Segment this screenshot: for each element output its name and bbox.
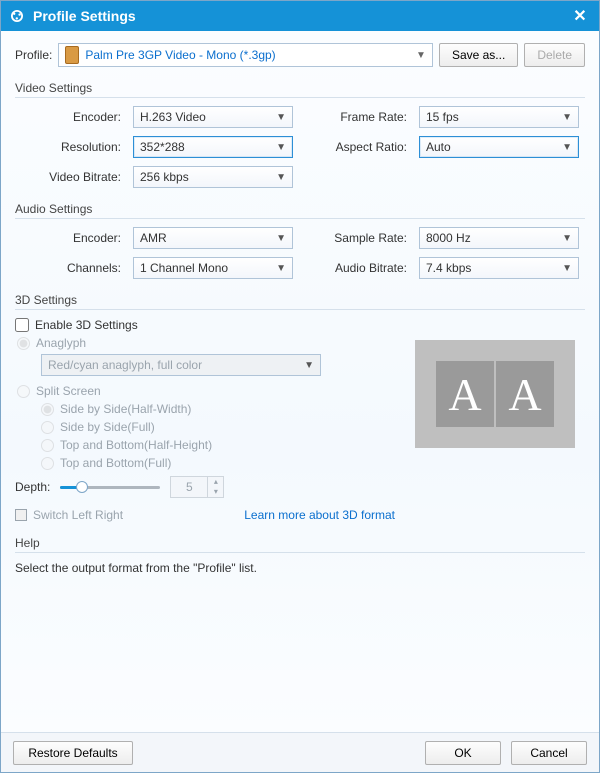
channels-label: Channels: — [15, 261, 125, 275]
audio-encoder-combo[interactable]: AMR▼ — [133, 227, 293, 249]
resolution-combo[interactable]: 352*288▼ — [133, 136, 293, 158]
learn-more-link[interactable]: Learn more about 3D format — [244, 508, 395, 522]
threeD-preview: A A — [415, 340, 575, 448]
ok-button[interactable]: OK — [425, 741, 501, 765]
depth-label: Depth: — [15, 480, 50, 494]
app-icon — [9, 8, 25, 24]
footer: Restore Defaults OK Cancel — [1, 732, 599, 772]
opt-sbs-full: Side by Side(Full) — [41, 420, 395, 434]
window-title: Profile Settings — [33, 8, 136, 24]
profile-value: Palm Pre 3GP Video - Mono (*.3gp) — [85, 48, 410, 62]
enable-3d-label: Enable 3D Settings — [35, 318, 138, 332]
help-title: Help — [15, 536, 585, 553]
opt-tb-half: Top and Bottom(Half-Height) — [41, 438, 395, 452]
help-text: Select the output format from the "Profi… — [15, 561, 585, 575]
video-encoder-label: Encoder: — [15, 110, 125, 124]
profile-device-icon — [65, 46, 79, 64]
profile-label: Profile: — [15, 48, 52, 62]
anaglyph-label: Anaglyph — [36, 336, 86, 350]
aspect-ratio-label: Aspect Ratio: — [301, 140, 411, 154]
audio-bitrate-combo[interactable]: 7.4 kbps▼ — [419, 257, 579, 279]
anaglyph-combo: Red/cyan anaglyph, full color ▼ — [41, 354, 321, 376]
opt-tb-full: Top and Bottom(Full) — [41, 456, 395, 470]
audio-settings-title: Audio Settings — [15, 202, 585, 219]
video-bitrate-label: Video Bitrate: — [15, 170, 125, 184]
chevron-down-icon: ▼ — [562, 112, 572, 123]
chevron-down-icon: ▼ — [276, 233, 286, 244]
spinner-down-icon: ▾ — [208, 487, 223, 497]
split-screen-label: Split Screen — [36, 384, 101, 398]
chevron-down-icon: ▼ — [416, 50, 426, 61]
depth-spinner: 5 ▴▾ — [170, 476, 224, 498]
audio-bitrate-label: Audio Bitrate: — [301, 261, 411, 275]
channels-combo[interactable]: 1 Channel Mono▼ — [133, 257, 293, 279]
cancel-button[interactable]: Cancel — [511, 741, 587, 765]
anaglyph-radio: Anaglyph — [17, 336, 395, 350]
video-settings-group: Video Settings Encoder: H.263 Video▼ Fra… — [15, 81, 585, 188]
aspect-ratio-combo[interactable]: Auto▼ — [419, 136, 579, 158]
chevron-down-icon: ▼ — [304, 360, 314, 371]
split-screen-radio: Split Screen — [17, 384, 395, 398]
enable-3d-checkbox[interactable]: Enable 3D Settings — [15, 318, 585, 332]
preview-letter-right: A — [496, 361, 554, 427]
slider-thumb-icon[interactable] — [76, 481, 88, 493]
chevron-down-icon: ▼ — [562, 142, 572, 153]
threeD-title: 3D Settings — [15, 293, 585, 310]
chevron-down-icon: ▼ — [276, 142, 286, 153]
chevron-down-icon: ▼ — [562, 263, 572, 274]
chevron-down-icon: ▼ — [276, 172, 286, 183]
profile-combo[interactable]: Palm Pre 3GP Video - Mono (*.3gp) ▼ — [58, 43, 433, 67]
chevron-down-icon: ▼ — [276, 112, 286, 123]
video-settings-title: Video Settings — [15, 81, 585, 98]
video-bitrate-combo[interactable]: 256 kbps▼ — [133, 166, 293, 188]
frame-rate-combo[interactable]: 15 fps▼ — [419, 106, 579, 128]
resolution-label: Resolution: — [15, 140, 125, 154]
delete-button: Delete — [524, 43, 585, 67]
switch-lr-label: Switch Left Right — [33, 508, 123, 522]
enable-3d-input[interactable] — [15, 318, 29, 332]
titlebar: Profile Settings ✕ — [1, 1, 599, 31]
opt-sbs-half: Side by Side(Half-Width) — [41, 402, 395, 416]
audio-encoder-label: Encoder: — [15, 231, 125, 245]
close-icon[interactable]: ✕ — [569, 6, 591, 26]
preview-letter-left: A — [436, 361, 494, 427]
depth-slider[interactable] — [60, 480, 160, 494]
chevron-down-icon: ▼ — [562, 233, 572, 244]
restore-defaults-button[interactable]: Restore Defaults — [13, 741, 133, 765]
save-as-button[interactable]: Save as... — [439, 43, 518, 67]
chevron-down-icon: ▼ — [276, 263, 286, 274]
help-group: Help Select the output format from the "… — [15, 536, 585, 575]
sample-rate-combo[interactable]: 8000 Hz▼ — [419, 227, 579, 249]
depth-value: 5 — [171, 480, 207, 494]
spinner-up-icon: ▴ — [208, 477, 223, 487]
threeD-settings-group: 3D Settings Enable 3D Settings Anaglyph … — [15, 293, 585, 522]
switch-lr-checkbox — [15, 509, 27, 521]
frame-rate-label: Frame Rate: — [301, 110, 411, 124]
video-encoder-combo[interactable]: H.263 Video▼ — [133, 106, 293, 128]
audio-settings-group: Audio Settings Encoder: AMR▼ Sample Rate… — [15, 202, 585, 279]
sample-rate-label: Sample Rate: — [301, 231, 411, 245]
